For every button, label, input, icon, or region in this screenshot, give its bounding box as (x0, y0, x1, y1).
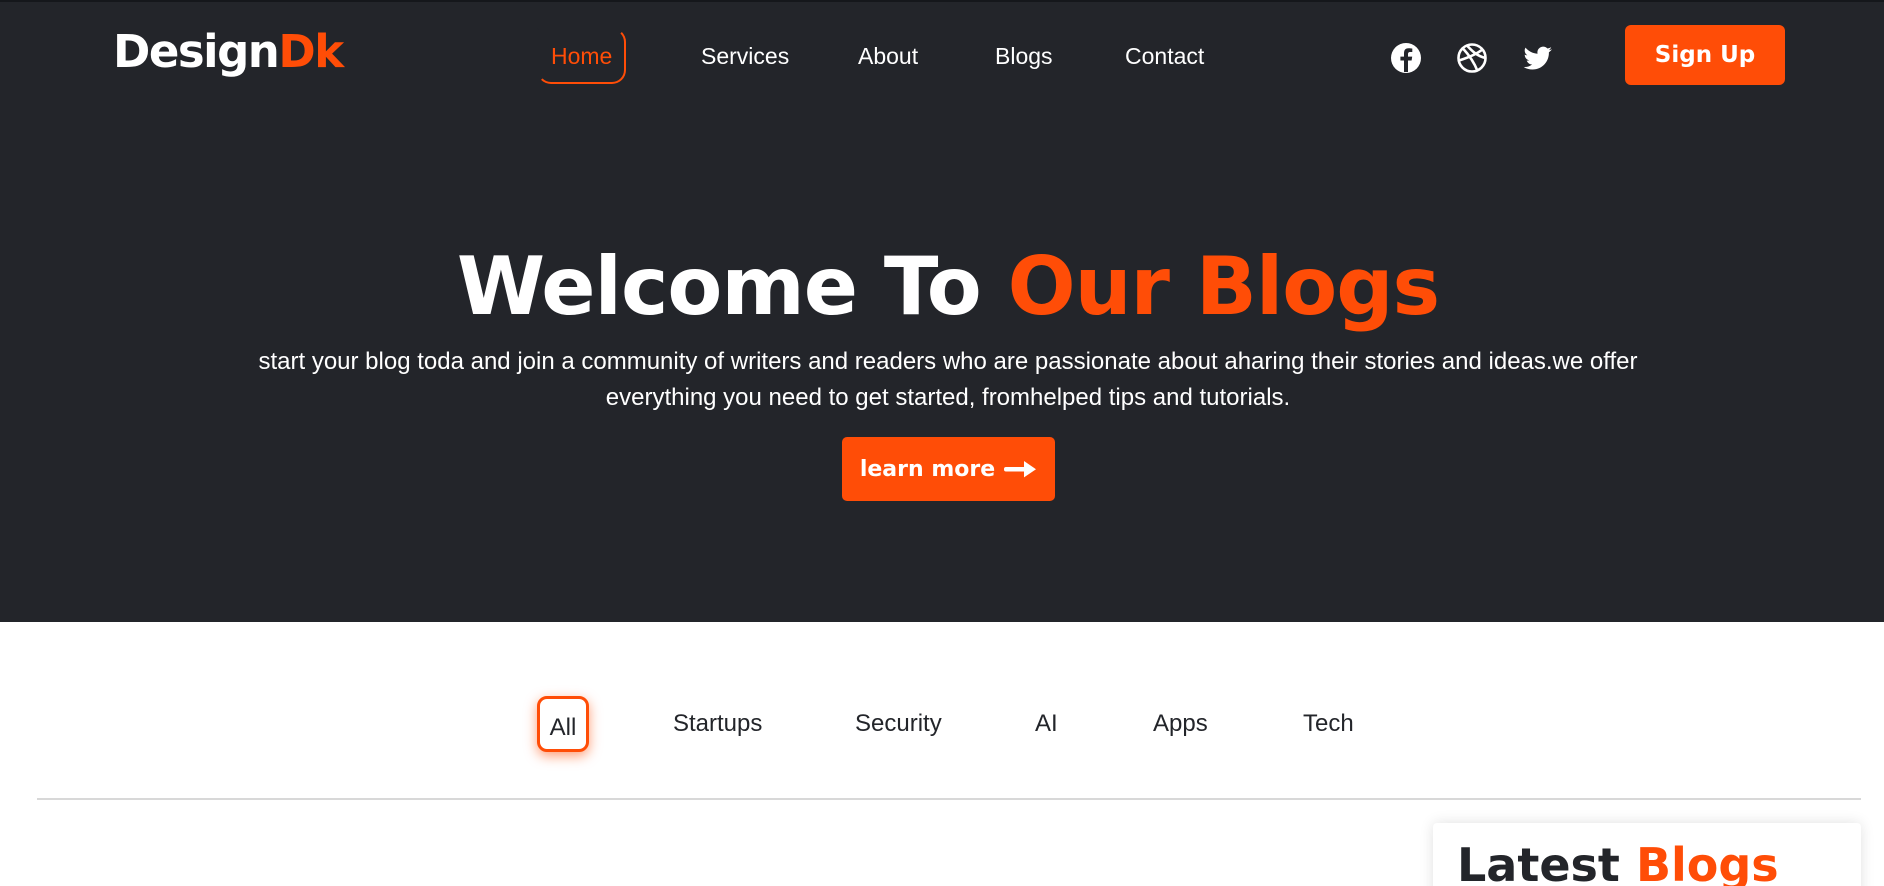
filter-security[interactable]: Security (855, 696, 942, 752)
latest-title-accent: Blogs (1635, 838, 1779, 886)
latest-title-main: Latest (1457, 838, 1636, 886)
hero-title-main: Welcome To (456, 240, 1008, 333)
top-border (0, 0, 1884, 2)
hero-description: start your blog toda and join a communit… (258, 348, 1638, 411)
latest-blogs-title: Latest Blogs (1457, 837, 1779, 886)
nav-item-about[interactable]: About (858, 28, 918, 84)
learn-more-label: learn more (859, 456, 996, 482)
main-nav: Home Services About Blogs Contact (0, 28, 1884, 84)
hero-title: Welcome To Our Blogs (0, 232, 1884, 342)
dribbble-icon[interactable] (1455, 41, 1489, 75)
learn-more-button[interactable]: learn more (842, 437, 1055, 501)
hero-title-accent: Our Blogs (1007, 240, 1441, 333)
sign-up-button[interactable]: Sign Up (1625, 25, 1785, 85)
nav-item-home[interactable]: Home (537, 28, 627, 84)
filter-startups[interactable]: Startups (673, 696, 762, 752)
filter-ai[interactable]: AI (1035, 696, 1058, 752)
arrow-right-icon (1004, 461, 1037, 478)
hero-section: DesignDk Home Services About Blogs Conta… (0, 0, 1884, 622)
category-filters: All Startups Security AI Apps Tech (0, 696, 1884, 756)
section-divider (37, 798, 1861, 800)
filter-apps[interactable]: Apps (1153, 696, 1208, 752)
twitter-icon[interactable] (1521, 41, 1555, 75)
nav-item-contact[interactable]: Contact (1125, 28, 1204, 84)
nav-item-blogs[interactable]: Blogs (995, 28, 1053, 84)
nav-item-services[interactable]: Services (701, 28, 789, 84)
filter-tech[interactable]: Tech (1303, 696, 1354, 752)
filter-all[interactable]: All (537, 696, 589, 752)
latest-blogs-card: Latest Blogs (1433, 823, 1861, 886)
facebook-icon[interactable] (1389, 41, 1423, 75)
